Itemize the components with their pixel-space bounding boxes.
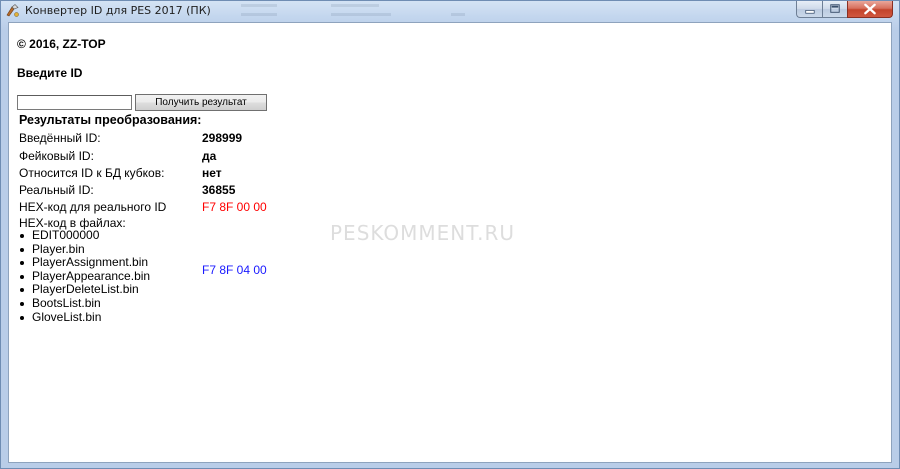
window-title: Конвертер ID для PES 2017 (ПК) [25, 4, 211, 17]
bullet-icon [20, 288, 24, 293]
cup-db-label: Относится ID к БД кубков: [19, 166, 165, 180]
get-result-button[interactable]: Получить результат [135, 94, 267, 111]
background-bleed [241, 1, 501, 20]
bullet-icon [20, 234, 24, 238]
list-item: Player.bin [19, 242, 150, 257]
real-id-value: 36855 [202, 183, 236, 197]
bullet-icon [20, 315, 24, 320]
list-item: GloveList.bin [19, 310, 150, 325]
list-item: PlayerAppearance.bin [19, 269, 150, 284]
fake-id-label: Фейковый ID: [19, 149, 94, 163]
real-id-label: Реальный ID: [19, 183, 94, 197]
bullet-icon [20, 247, 24, 252]
fake-id-value: да [202, 149, 217, 163]
maximize-button[interactable] [822, 1, 847, 18]
hex-real-value: F7 8F 00 00 [202, 200, 267, 214]
app-icon [6, 4, 19, 17]
title-bar[interactable]: Конвертер ID для PES 2017 (ПК) [1, 1, 899, 20]
minimize-button[interactable] [796, 1, 822, 18]
maximize-icon [830, 4, 840, 13]
bullet-icon [20, 301, 24, 306]
close-icon [864, 3, 876, 15]
hex-files-value: F7 8F 04 00 [202, 263, 267, 277]
minimize-icon [805, 10, 815, 14]
enter-id-label: Введите ID [17, 66, 83, 80]
hex-real-label: HEX-код для реального ID [19, 200, 167, 214]
caption-buttons [796, 1, 893, 19]
list-item: EDIT000000 [19, 228, 150, 243]
list-item: PlayerDeleteList.bin [19, 283, 150, 297]
list-item: PlayerAssignment.bin [19, 255, 150, 270]
results-heading: Результаты преобразования: [19, 113, 202, 127]
bullet-icon [20, 261, 24, 266]
list-item: BootsList.bin [19, 296, 150, 311]
cup-db-value: нет [202, 166, 222, 180]
entered-id-value: 298999 [202, 131, 243, 145]
copyright-text: © 2016, ZZ-TOP [17, 37, 106, 51]
id-input[interactable] [17, 95, 132, 110]
file-list: EDIT000000 Player.bin PlayerAssignment.b… [19, 228, 150, 325]
close-button[interactable] [847, 1, 893, 18]
client-area: © 2016, ZZ-TOP Введите ID Получить резул… [8, 22, 892, 463]
app-window: Конвертер ID для PES 2017 (ПК) © 2016, Z… [0, 0, 900, 469]
bullet-icon [20, 274, 24, 279]
watermark: PESKOMMENT.RU [330, 221, 516, 245]
entered-id-label: Введённый ID: [19, 131, 101, 145]
